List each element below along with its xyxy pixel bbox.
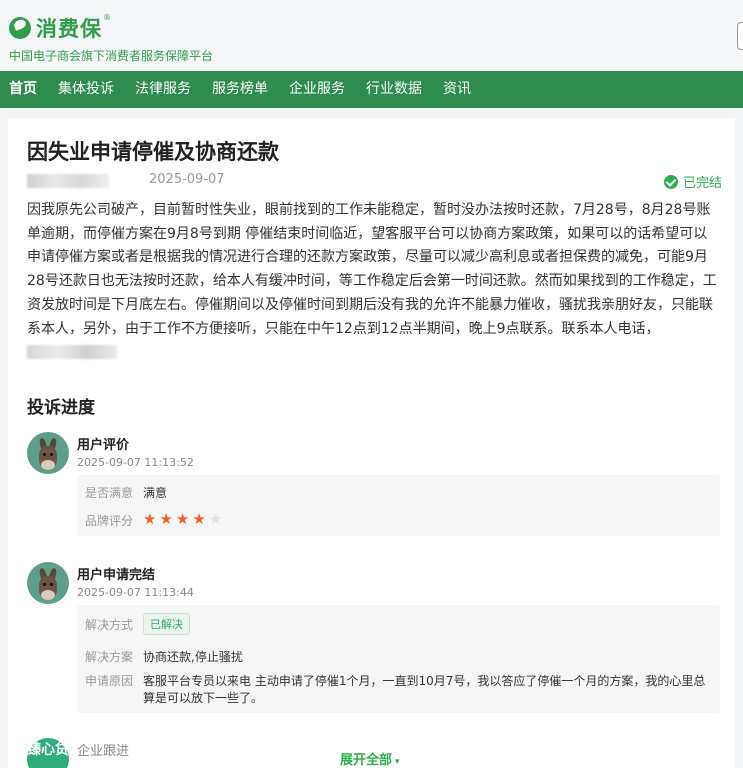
nav-item-group-complaint[interactable]: 集体投诉: [58, 71, 114, 108]
star-filled-icon: ★: [159, 510, 173, 528]
complaint-date: 2025-09-07: [149, 172, 225, 187]
complaint-body-text: 因我原先公司破产，目前暂时性失业，眼前找到的工作未能稳定，暂时没办法按时还款，7…: [27, 202, 717, 337]
registered-mark: ®: [103, 13, 111, 22]
nav-item-enterprise[interactable]: 企业服务: [289, 71, 345, 108]
nav-item-news[interactable]: 资讯: [443, 71, 471, 108]
timeline-item-corp-followup: 臻心贷 企业跟进 展开全部 ▾: [27, 738, 720, 768]
reason-value: 客服平台专员以来电 主动申请了停催1个月，一直到10月7号，我以答应了停催一个月…: [143, 674, 706, 705]
star-empty-icon: ★: [208, 510, 223, 528]
site-header: 消费保 ® 中国电子商会旗下消费者服务保障平台: [0, 0, 743, 71]
complaint-card: 因失业申请停催及协商还款 2025-09-07 已完结 因我原先公司破产，目前暂…: [8, 118, 735, 768]
expand-all-label: 展开全部: [340, 753, 393, 768]
nav-item-home[interactable]: 首页: [9, 71, 37, 108]
method-row: 解决方式 已解决: [85, 613, 190, 635]
reason-label: 申请原因: [85, 674, 134, 688]
author-name-redacted: [27, 174, 109, 188]
close-detail-box: 解决方式 已解决 解决方案 协商还款,停止骚扰 申请原因 客服平台专员以来电 主…: [77, 605, 720, 713]
donkey-icon: [36, 567, 60, 601]
star-filled-icon: ★: [192, 510, 206, 528]
star-filled-icon: ★: [175, 510, 190, 528]
main-nav: 首页 集体投诉 法律服务 服务榜单 企业服务 行业数据 资讯: [0, 71, 743, 108]
avatar: [27, 432, 69, 474]
timeline-item-time: 2025-09-07 11:13:44: [77, 586, 194, 599]
logo[interactable]: 消费保 ®: [9, 13, 111, 43]
status-badge: 已完结: [663, 172, 722, 191]
leaf-icon: [9, 17, 31, 39]
corp-avatar: 臻心贷: [27, 738, 69, 768]
complaint-meta: 2025-09-07 已完结: [27, 172, 722, 191]
rating-label: 品牌评分: [85, 514, 134, 528]
expand-all-button[interactable]: 展开全部 ▾: [340, 749, 400, 768]
timeline-item-user-close-request: 用户申请完结 2025-09-07 11:13:44 解决方式 已解决 解决方案…: [27, 562, 720, 717]
timeline-item-time: 2025-09-07 11:13:52: [77, 456, 194, 469]
plan-value: 协商还款,停止骚扰: [143, 650, 243, 664]
nav-item-legal[interactable]: 法律服务: [135, 71, 191, 108]
method-label: 解决方式: [85, 618, 134, 632]
resolved-tag: 已解决: [143, 613, 190, 635]
satisfied-value: 满意: [143, 486, 168, 500]
progress-section-title: 投诉进度: [27, 398, 95, 418]
satisfied-label: 是否满意: [85, 486, 134, 500]
avatar: [27, 562, 69, 604]
satisfied-row: 是否满意 满意: [85, 484, 167, 501]
donkey-icon: [36, 437, 60, 471]
star-filled-icon: ★: [143, 510, 157, 528]
plan-label: 解决方案: [85, 650, 134, 664]
star-rating: ★ ★ ★ ★ ★: [143, 512, 225, 529]
complaint-body: 因我原先公司破产，目前暂时性失业，眼前找到的工作未能稳定，暂时没办法按时还款，7…: [27, 199, 720, 365]
rating-row: 品牌评分 ★ ★ ★ ★ ★: [85, 512, 225, 529]
chevron-down-icon: ▾: [395, 757, 400, 767]
phone-number-redacted: [27, 345, 117, 360]
corp-followup-label: 企业跟进: [77, 744, 130, 759]
timeline-item-user-review: 用户评价 2025-09-07 11:13:52 是否满意 满意 品牌评分 ★ ★…: [27, 432, 720, 542]
check-circle-icon: [663, 174, 678, 189]
timeline-item-title: 用户申请完结: [77, 568, 156, 583]
timeline-item-title: 用户评价: [77, 438, 130, 453]
header-search-widget[interactable]: [737, 22, 743, 50]
status-text: 已完结: [682, 176, 722, 191]
slogan: 中国电子商会旗下消费者服务保障平台: [9, 49, 214, 63]
plan-row: 解决方案 协商还款,停止骚扰: [85, 648, 243, 665]
complaint-title: 因失业申请停催及协商还款: [27, 140, 279, 164]
nav-item-industry-data[interactable]: 行业数据: [366, 71, 422, 108]
logo-text: 消费保: [36, 17, 102, 41]
review-detail-box: 是否满意 满意 品牌评分 ★ ★ ★ ★ ★: [77, 475, 720, 536]
nav-item-rankings[interactable]: 服务榜单: [212, 71, 268, 108]
reason-row: 申请原因 客服平台专员以来电 主动申请了停催1个月，一直到10月7号，我以答应了…: [85, 673, 710, 707]
